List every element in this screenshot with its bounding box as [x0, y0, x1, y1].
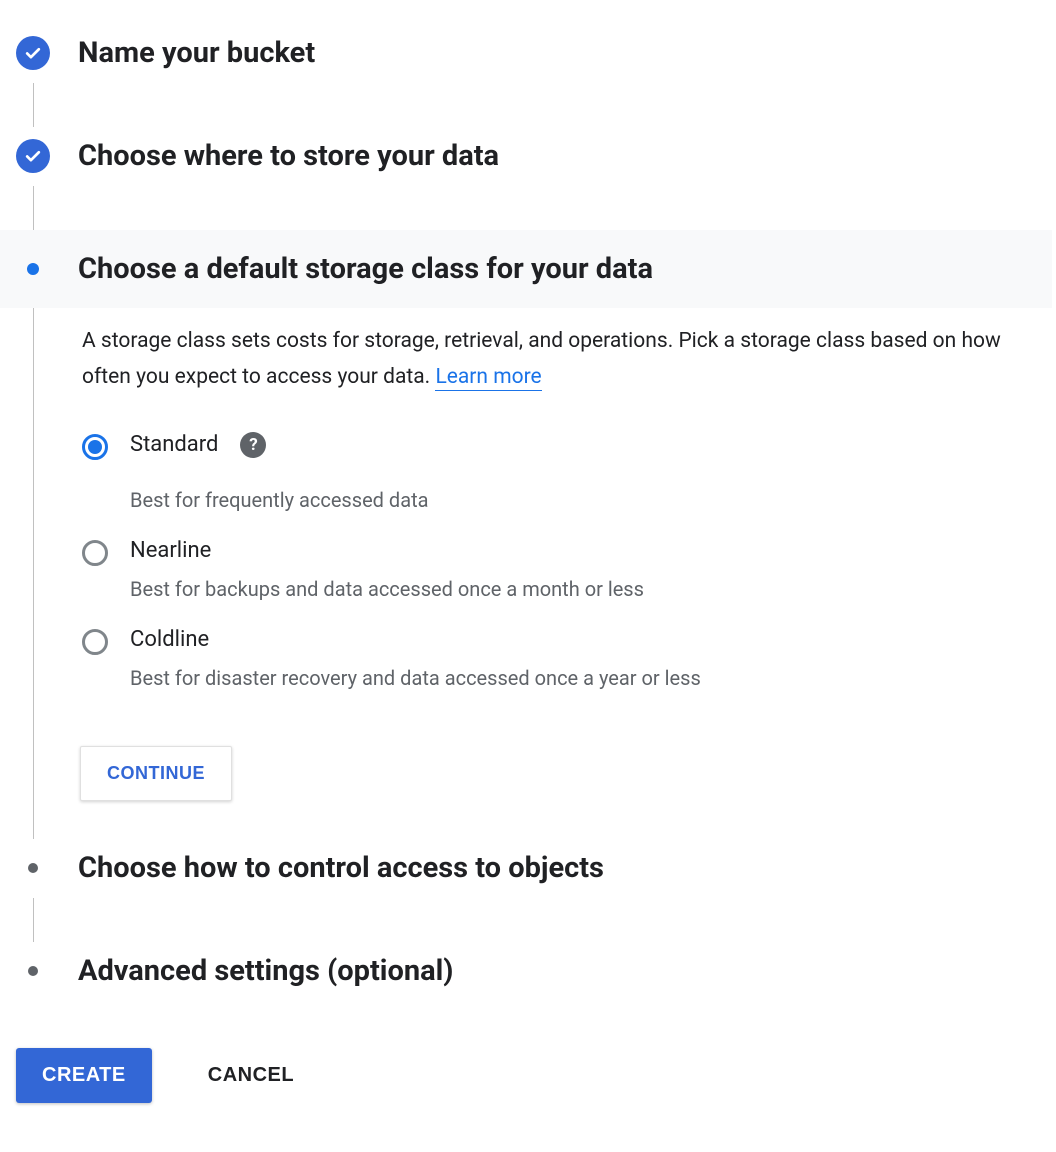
radio-option-nearline[interactable]: Nearline Best for backups and data acces…	[82, 538, 1016, 603]
step-active-icon	[16, 252, 50, 286]
radio-button[interactable]	[82, 540, 108, 566]
step-location: Choose where to store your data	[16, 127, 1036, 230]
footer-actions: CREATE CANCEL	[16, 1048, 1036, 1103]
step-advanced-title: Advanced settings (optional)	[78, 954, 453, 989]
radio-label: Standard	[130, 432, 218, 457]
step-storage-class-body: A storage class sets costs for storage, …	[33, 308, 1036, 838]
radio-description: Best for backups and data accessed once …	[130, 575, 1016, 603]
step-access-title: Choose how to control access to objects	[78, 851, 604, 886]
step-pending-icon	[16, 954, 50, 988]
help-icon[interactable]: ?	[240, 432, 266, 458]
step-storage-class-header[interactable]: Choose a default storage class for your …	[0, 230, 1052, 309]
radio-option-standard[interactable]: Standard ? Best for frequently accessed …	[82, 432, 1016, 514]
radio-option-coldline[interactable]: Coldline Best for disaster recovery and …	[82, 627, 1016, 692]
step-advanced-header[interactable]: Advanced settings (optional)	[16, 942, 1036, 1001]
storage-class-description: A storage class sets costs for storage, …	[82, 324, 1016, 395]
bucket-creation-stepper: Name your bucket Choose where to store y…	[16, 24, 1036, 1103]
step-access-header[interactable]: Choose how to control access to objects	[16, 839, 1036, 898]
step-location-header[interactable]: Choose where to store your data	[16, 127, 1036, 186]
step-access: Choose how to control access to objects	[16, 839, 1036, 942]
step-connector	[33, 898, 1036, 942]
radio-description: Best for disaster recovery and data acce…	[130, 664, 1016, 692]
step-advanced: Advanced settings (optional)	[16, 942, 1036, 1001]
step-complete-icon	[16, 139, 50, 173]
storage-class-radio-group: Standard ? Best for frequently accessed …	[82, 432, 1016, 692]
step-name-header[interactable]: Name your bucket	[16, 24, 1036, 83]
step-connector	[33, 83, 1036, 127]
step-complete-icon	[16, 36, 50, 70]
radio-button[interactable]	[82, 629, 108, 655]
step-name: Name your bucket	[16, 24, 1036, 127]
radio-button[interactable]	[82, 434, 108, 460]
cancel-button[interactable]: CANCEL	[202, 1063, 300, 1088]
learn-more-link[interactable]: Learn more	[435, 365, 541, 391]
step-storage-class: Choose a default storage class for your …	[16, 230, 1036, 839]
step-storage-class-title: Choose a default storage class for your …	[78, 252, 653, 287]
step-name-title: Name your bucket	[78, 36, 315, 71]
step-location-title: Choose where to store your data	[78, 139, 499, 174]
step-pending-icon	[16, 851, 50, 885]
continue-button[interactable]: CONTINUE	[80, 746, 232, 801]
radio-label: Nearline	[130, 538, 211, 563]
radio-label: Coldline	[130, 627, 209, 652]
create-button[interactable]: CREATE	[16, 1048, 152, 1103]
radio-description: Best for frequently accessed data	[130, 486, 1016, 514]
step-connector	[33, 186, 1036, 230]
